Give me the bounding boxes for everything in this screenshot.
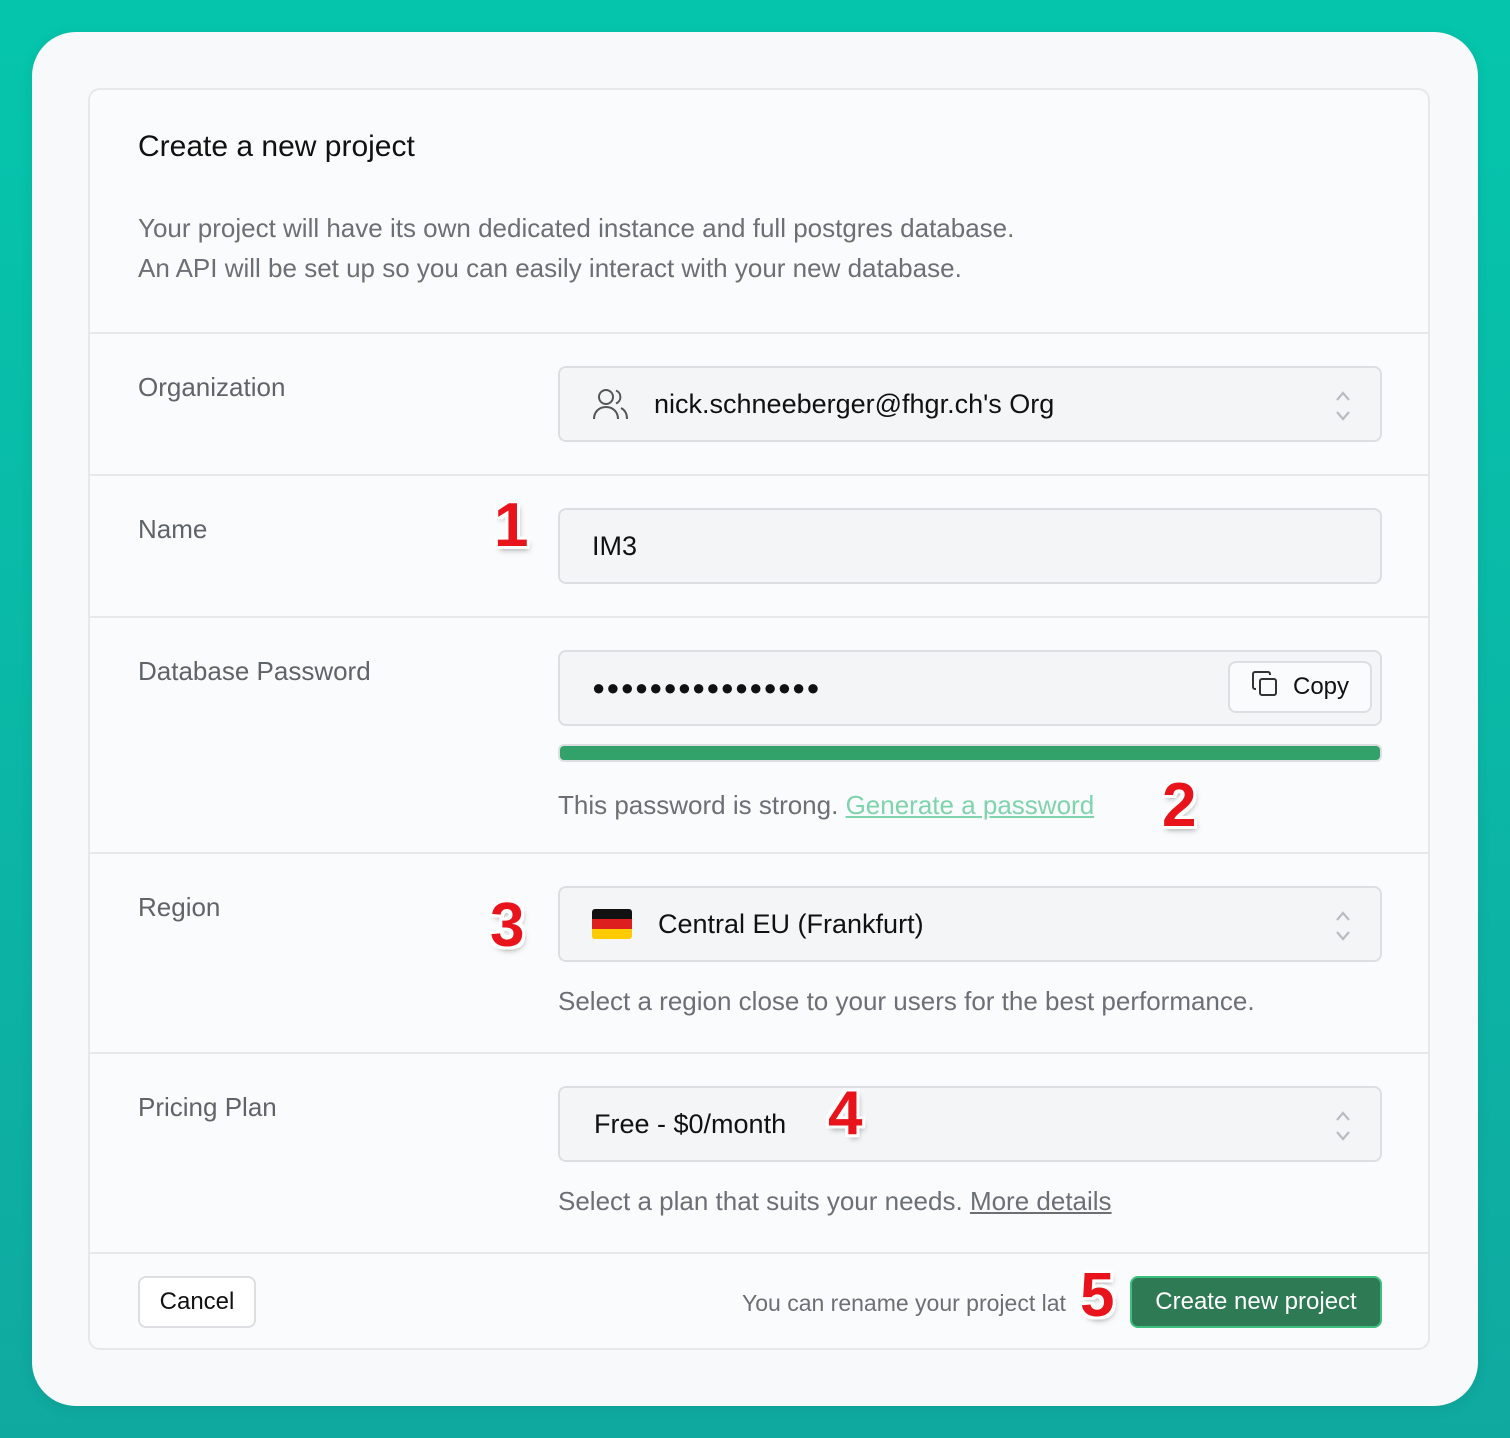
footer-section: Cancel You can rename your project lat 5… [90,1252,1428,1350]
annotation-marker-2: 2 [1162,771,1197,840]
password-strength-text: This password is strong. [558,790,839,820]
copy-password-button[interactable]: Copy [1228,661,1372,713]
pricing-hint: Select a plan that suits your needs. Mor… [558,1186,1112,1217]
password-strength-bar [558,744,1382,762]
organization-label: Organization [138,372,286,402]
organization-select[interactable]: nick.schneeberger@fhgr.ch's Org [558,366,1382,442]
germany-flag-icon [592,909,632,939]
create-project-button[interactable]: Create new project [1130,1276,1382,1328]
name-section: Name 1 IM3 [90,474,1428,616]
organization-section: Organization nick.schneeberger@fhgr.ch's… [90,332,1428,474]
page-description: Your project will have its own dedicated… [138,208,1014,288]
password-input[interactable]: ●●●●●●●●●●●●●●●● Copy [558,650,1382,726]
password-masked-value: ●●●●●●●●●●●●●●●● [592,675,821,700]
chevron-up-down-icon [1336,1111,1350,1141]
page-title: Create a new project [138,130,415,163]
password-hint: This password is strong. Generate a pass… [558,790,1094,821]
organization-value: nick.schneeberger@fhgr.ch's Org [654,388,1055,419]
region-value: Central EU (Frankfurt) [658,908,924,939]
region-select[interactable]: Central EU (Frankfurt) [558,886,1382,962]
description-line-1: Your project will have its own dedicated… [138,213,1015,243]
password-label: Database Password [138,656,371,686]
modal-backdrop-panel: Create a new project Your project will h… [32,32,1478,1406]
region-hint: Select a region close to your users for … [558,986,1255,1016]
password-section: Database Password ●●●●●●●●●●●●●●●● Copy … [90,616,1428,852]
region-section: Region 3 Central EU (Frankfurt) Select a… [90,852,1428,1052]
chevron-up-down-icon [1336,911,1350,941]
description-line-2: An API will be set up so you can easily … [138,253,962,283]
create-project-card: Create a new project Your project will h… [88,88,1430,1350]
annotation-marker-1: 1 [494,491,529,560]
name-label: Name [138,514,208,544]
project-name-input[interactable]: IM3 [558,508,1382,584]
pricing-hint-text: Select a plan that suits your needs. [558,1186,963,1216]
project-name-value: IM3 [592,530,638,561]
header-section: Create a new project Your project will h… [90,90,1428,332]
annotation-marker-5: 5 [1080,1261,1115,1330]
pricing-plan-value: Free - $0/month [594,1108,787,1139]
copy-label: Copy [1292,673,1350,700]
pricing-label: Pricing Plan [138,1092,277,1122]
users-icon [592,387,632,421]
generate-password-link[interactable]: Generate a password [846,790,1095,820]
chevron-up-down-icon [1336,391,1350,421]
rename-note: You can rename your project lat [742,1290,1066,1316]
cancel-button[interactable]: Cancel [138,1276,256,1328]
pricing-plan-select[interactable]: Free - $0/month [558,1086,1382,1162]
copy-icon [1251,670,1279,705]
more-details-link[interactable]: More details [970,1186,1112,1216]
annotation-marker-3: 3 [490,891,525,960]
annotation-marker-4: 4 [828,1079,863,1148]
region-label: Region [138,892,221,922]
pricing-section: Pricing Plan Free - $0/month 4 Select a … [90,1052,1428,1252]
